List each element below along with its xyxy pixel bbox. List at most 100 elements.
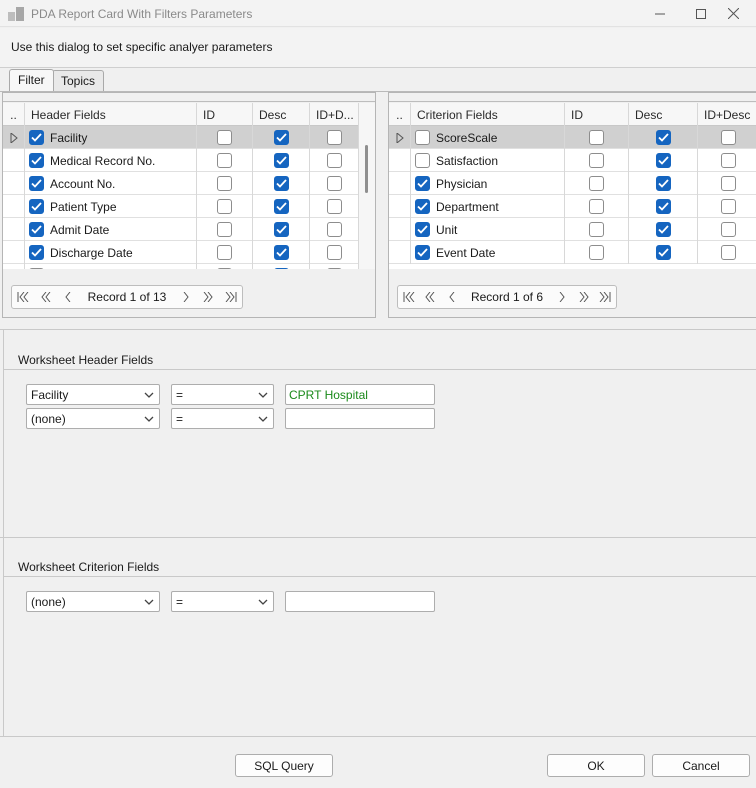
column-header[interactable]: .. — [389, 103, 411, 126]
id-checkbox[interactable] — [589, 245, 604, 260]
id-cell[interactable] — [197, 126, 253, 149]
first-page-button[interactable] — [12, 286, 35, 308]
last-page-button[interactable] — [594, 286, 616, 308]
field-name-cell[interactable]: Physician — [411, 172, 565, 195]
desc-checkbox[interactable] — [655, 245, 671, 260]
iddesc-checkbox[interactable] — [720, 153, 736, 168]
id-cell[interactable] — [565, 241, 629, 264]
id-checkbox[interactable] — [217, 199, 232, 214]
table-row[interactable]: Patient Type — [3, 195, 359, 218]
iddesc-checkbox[interactable] — [326, 199, 342, 214]
table-row[interactable]: Department — [389, 195, 756, 218]
id-checkbox[interactable] — [589, 199, 604, 214]
table-row[interactable]: Facility — [3, 126, 359, 149]
desc-checkbox[interactable] — [655, 176, 671, 191]
iddesc-cell[interactable] — [310, 241, 359, 264]
prev-record-button[interactable] — [441, 286, 463, 308]
id-checkbox[interactable] — [589, 153, 604, 168]
sql-query-button[interactable]: SQL Query — [235, 754, 333, 777]
field-name-cell[interactable]: ScoreScale — [411, 126, 565, 149]
include-checkbox[interactable] — [29, 130, 44, 145]
desc-checkbox[interactable] — [273, 222, 289, 237]
iddesc-cell[interactable] — [698, 241, 756, 264]
column-header[interactable]: ID — [197, 103, 253, 126]
id-cell[interactable] — [197, 149, 253, 172]
id-cell[interactable] — [197, 172, 253, 195]
include-checkbox[interactable] — [415, 222, 430, 237]
table-row[interactable]: Review Date — [3, 264, 359, 269]
iddesc-checkbox[interactable] — [326, 130, 342, 145]
close-button[interactable] — [710, 0, 756, 27]
include-checkbox[interactable] — [29, 222, 44, 237]
iddesc-checkbox[interactable] — [326, 222, 342, 237]
first-page-button[interactable] — [398, 286, 420, 308]
id-cell[interactable] — [565, 126, 629, 149]
iddesc-checkbox[interactable] — [720, 130, 736, 145]
desc-checkbox[interactable] — [273, 268, 289, 269]
id-cell[interactable] — [565, 195, 629, 218]
tab-filter[interactable]: Filter — [9, 69, 54, 91]
desc-cell[interactable] — [253, 126, 310, 149]
id-checkbox[interactable] — [217, 268, 232, 269]
id-cell[interactable] — [197, 218, 253, 241]
header-value-input-2[interactable] — [285, 408, 435, 429]
field-name-cell[interactable]: Discharge Date — [25, 241, 197, 264]
desc-checkbox[interactable] — [273, 199, 289, 214]
header-op-select-2[interactable]: = — [171, 408, 274, 429]
desc-cell[interactable] — [629, 195, 698, 218]
id-cell[interactable] — [197, 241, 253, 264]
desc-checkbox[interactable] — [655, 130, 671, 145]
field-name-cell[interactable]: Satisfaction — [411, 149, 565, 172]
header-op-select-1[interactable]: = — [171, 384, 274, 405]
id-checkbox[interactable] — [217, 245, 232, 260]
desc-cell[interactable] — [253, 149, 310, 172]
iddesc-cell[interactable] — [310, 218, 359, 241]
header-field-select-1[interactable]: Facility — [26, 384, 160, 405]
desc-checkbox[interactable] — [273, 176, 289, 191]
iddesc-cell[interactable] — [310, 149, 359, 172]
iddesc-checkbox[interactable] — [326, 153, 342, 168]
desc-cell[interactable] — [253, 264, 310, 269]
desc-cell[interactable] — [629, 218, 698, 241]
column-header[interactable]: Criterion Fields — [411, 103, 565, 126]
table-row[interactable]: Discharge Date — [3, 241, 359, 264]
id-checkbox[interactable] — [217, 222, 232, 237]
table-row[interactable]: Satisfaction — [389, 149, 756, 172]
header-field-select-2[interactable]: (none) — [26, 408, 160, 429]
desc-cell[interactable] — [629, 241, 698, 264]
id-checkbox[interactable] — [217, 130, 232, 145]
id-cell[interactable] — [565, 172, 629, 195]
iddesc-cell[interactable] — [698, 126, 756, 149]
column-header[interactable]: .. — [3, 103, 25, 126]
desc-cell[interactable] — [253, 172, 310, 195]
iddesc-cell[interactable] — [698, 172, 756, 195]
desc-cell[interactable] — [629, 149, 698, 172]
id-cell[interactable] — [565, 149, 629, 172]
iddesc-checkbox[interactable] — [720, 176, 736, 191]
criterion-field-select-1[interactable]: (none) — [26, 591, 160, 612]
column-header[interactable]: Desc — [253, 103, 310, 126]
last-page-button[interactable] — [219, 286, 242, 308]
include-checkbox[interactable] — [415, 199, 430, 214]
prev-record-button[interactable] — [57, 286, 80, 308]
iddesc-cell[interactable] — [698, 149, 756, 172]
field-name-cell[interactable]: Account No. — [25, 172, 197, 195]
scroll-thumb[interactable] — [365, 145, 368, 193]
field-name-cell[interactable]: Department — [411, 195, 565, 218]
desc-cell[interactable] — [253, 241, 310, 264]
cancel-button[interactable]: Cancel — [652, 754, 750, 777]
criterion-value-input-1[interactable] — [285, 591, 435, 612]
tab-topics[interactable]: Topics — [52, 70, 105, 91]
table-row[interactable]: Medical Record No. — [3, 149, 359, 172]
include-checkbox[interactable] — [29, 176, 44, 191]
desc-checkbox[interactable] — [655, 153, 671, 168]
desc-checkbox[interactable] — [273, 245, 289, 260]
table-row[interactable]: ScoreScale — [389, 126, 756, 149]
id-checkbox[interactable] — [589, 130, 604, 145]
iddesc-cell[interactable] — [310, 126, 359, 149]
iddesc-checkbox[interactable] — [326, 245, 342, 260]
table-row[interactable]: Account No. — [3, 172, 359, 195]
iddesc-cell[interactable] — [310, 264, 359, 269]
iddesc-cell[interactable] — [310, 195, 359, 218]
prev-page-button[interactable] — [35, 286, 58, 308]
